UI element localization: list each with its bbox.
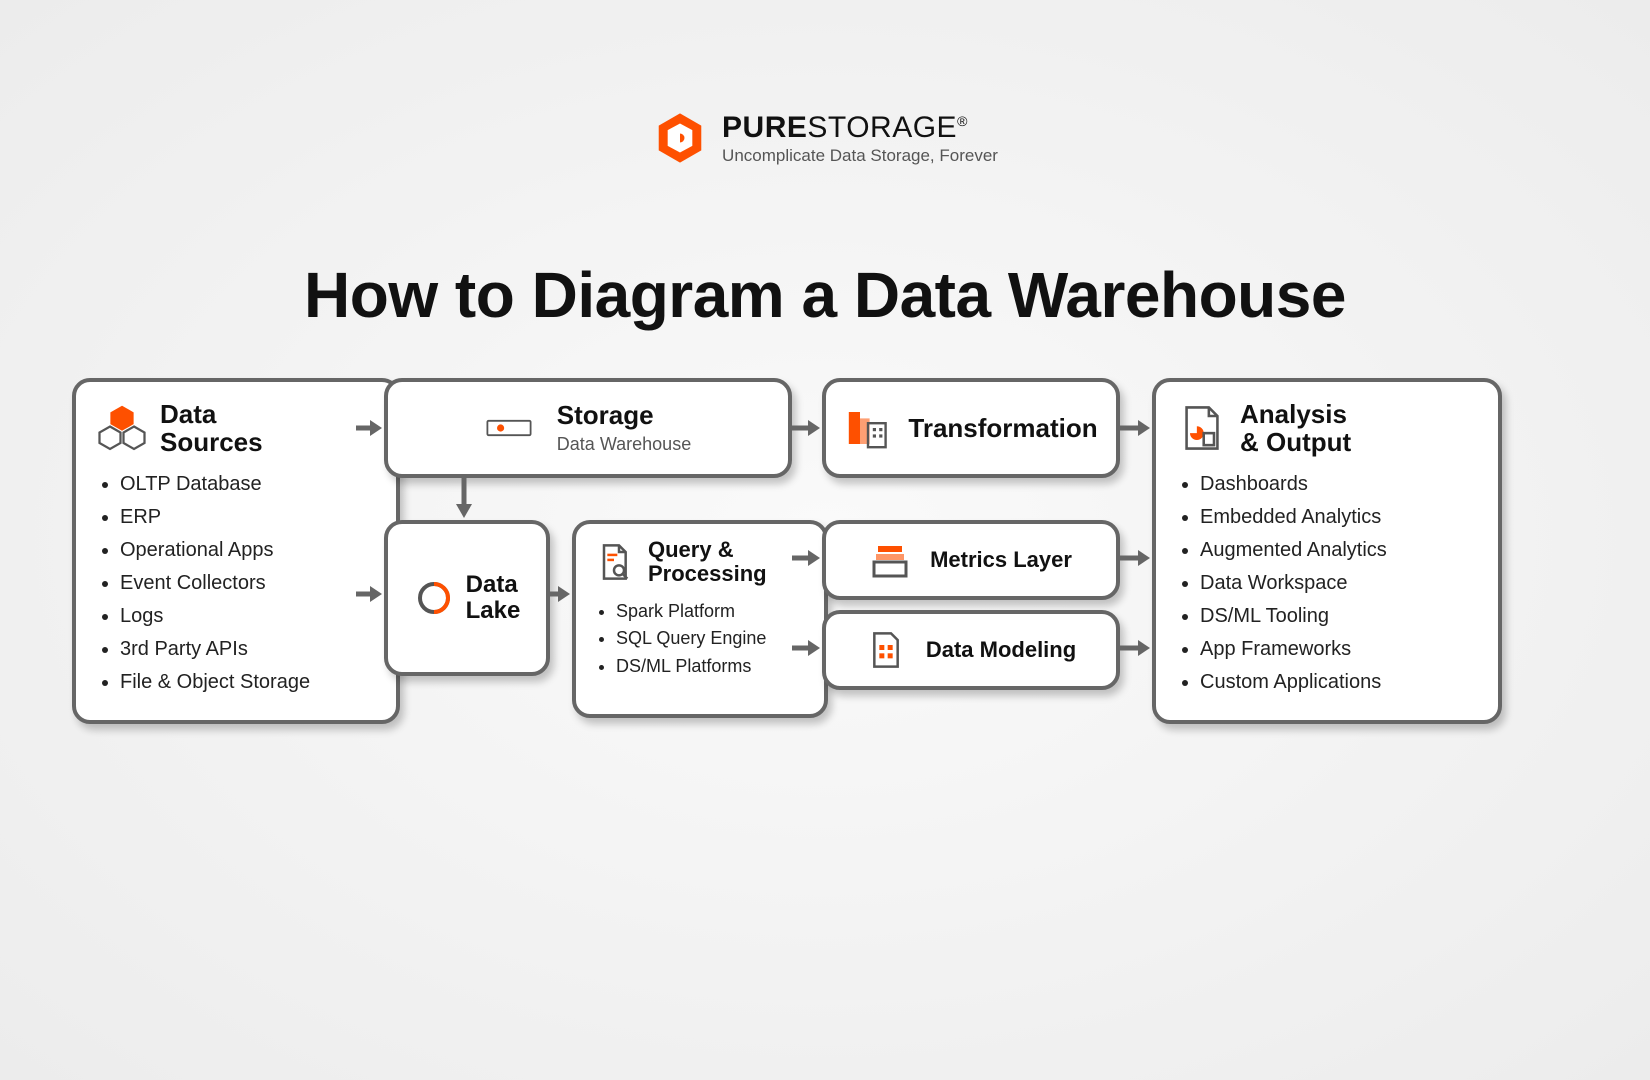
stage-query-processing: Query & Processing Spark Platform SQL Qu… <box>572 520 828 718</box>
stage-data-lake: Data Lake <box>384 520 550 676</box>
list-item: Data Workspace <box>1200 567 1476 600</box>
arrow-icon <box>792 548 822 568</box>
stage-title: Data Lake <box>466 572 521 624</box>
list-item: Spark Platform <box>616 598 806 626</box>
brand-tagline: Uncomplicate Data Storage, Forever <box>722 146 998 166</box>
list-item: DS/ML Tooling <box>1200 600 1476 633</box>
list-item: DS/ML Platforms <box>616 653 806 681</box>
output-list: Dashboards Embedded Analytics Augmented … <box>1178 468 1476 699</box>
arrow-icon <box>550 584 572 604</box>
stage-analysis-output: Analysis & Output Dashboards Embedded An… <box>1152 378 1502 724</box>
list-item: SQL Query Engine <box>616 625 806 653</box>
list-item: Logs <box>120 600 374 633</box>
arrow-icon <box>792 418 822 438</box>
report-icon <box>1178 404 1226 452</box>
buildings-icon <box>844 404 892 452</box>
doc-search-icon <box>594 542 634 582</box>
page-title: How to Diagram a Data Warehouse <box>0 258 1650 332</box>
stage-data-modeling: Data Modeling <box>822 610 1120 690</box>
brand-logo: PURESTORAGE® Uncomplicate Data Storage, … <box>0 110 1650 166</box>
stage-title: Metrics Layer <box>930 548 1072 572</box>
stage-title: Data Sources <box>160 400 263 456</box>
stage-title: Data Modeling <box>926 638 1076 662</box>
doc-model-icon <box>866 630 906 670</box>
arrow-icon <box>1120 418 1152 438</box>
stage-metrics-layer: Metrics Layer <box>822 520 1120 600</box>
list-item: App Frameworks <box>1200 633 1476 666</box>
diagram-canvas: Data Sources OLTP Database ERP Operation… <box>72 378 1578 698</box>
arrow-icon <box>792 638 822 658</box>
arrow-icon <box>1120 638 1152 658</box>
arrow-icon <box>1120 548 1152 568</box>
list-item: Augmented Analytics <box>1200 534 1476 567</box>
stage-title: Query & Processing <box>648 538 767 586</box>
stage-storage: Storage Data Warehouse <box>384 378 792 478</box>
list-item: ERP <box>120 501 374 534</box>
list-item: 3rd Party APIs <box>120 633 374 666</box>
list-item: Embedded Analytics <box>1200 501 1476 534</box>
list-item: Custom Applications <box>1200 666 1476 699</box>
stage-title: Transformation <box>908 414 1097 442</box>
list-item: Operational Apps <box>120 534 374 567</box>
brand-mark-icon <box>652 110 708 166</box>
layers-icon <box>870 540 910 580</box>
cubes-icon <box>98 404 146 452</box>
stage-title: Analysis & Output <box>1240 400 1351 456</box>
list-item: Dashboards <box>1200 468 1476 501</box>
brand-registered: ® <box>957 113 968 129</box>
brand-name-bold: PURE <box>722 111 807 144</box>
stage-data-sources: Data Sources OLTP Database ERP Operation… <box>72 378 400 724</box>
sources-list: OLTP Database ERP Operational Apps Event… <box>98 468 374 699</box>
storage-device-icon <box>485 404 533 452</box>
list-item: File & Object Storage <box>120 666 374 699</box>
query-list: Spark Platform SQL Query Engine DS/ML Pl… <box>594 598 806 682</box>
stage-subtitle: Data Warehouse <box>557 434 691 455</box>
arrow-icon <box>356 584 384 604</box>
arrow-icon <box>356 418 384 438</box>
brand-name-thin: STORAGE <box>807 111 957 144</box>
stage-title: Storage <box>557 401 691 429</box>
stage-transformation: Transformation <box>822 378 1120 478</box>
arrow-down-icon <box>454 478 474 520</box>
list-item: OLTP Database <box>120 468 374 501</box>
list-item: Event Collectors <box>120 567 374 600</box>
ring-icon <box>414 578 454 618</box>
